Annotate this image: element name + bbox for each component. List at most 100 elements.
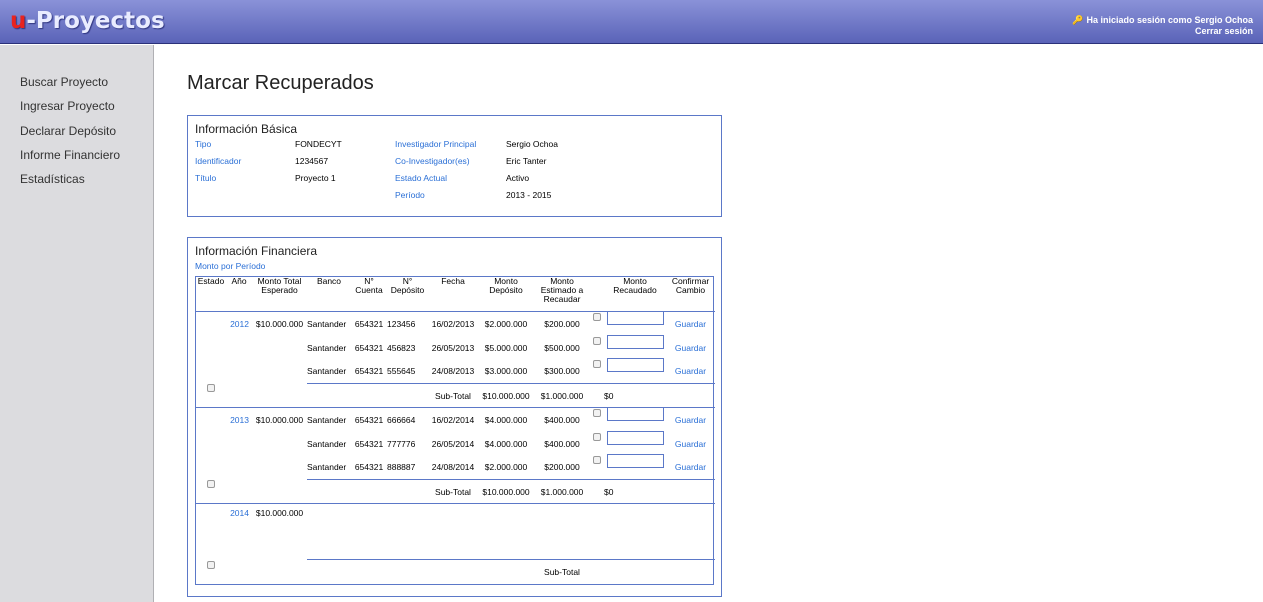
monto-recaudado-input[interactable] [606, 358, 664, 373]
guardar-link[interactable]: Guardar [666, 312, 715, 336]
monto-recaudado-input[interactable] [606, 454, 664, 469]
subtotal-monto: $10.000.000 [478, 479, 534, 504]
financial-table-wrapper: Estado Año Monto Total Esperado Banco N°… [195, 276, 715, 585]
fecha-cell: 26/05/2014 [431, 438, 475, 449]
banco-cell: Santander [307, 414, 347, 425]
guardar-link[interactable]: Guardar [666, 360, 715, 384]
monto-recaudado-input[interactable] [606, 334, 664, 349]
guardar-link[interactable]: Guardar [666, 432, 715, 456]
co-investigador-value: Eric Tanter [506, 156, 547, 166]
basic-info-panel: Información Básica Tipo FONDECYT Investi… [187, 115, 722, 217]
monto-estimado-cell: $300.000 [544, 366, 580, 377]
estado-label: Estado Actual [395, 173, 447, 183]
subtotal-recaudado: $0 [604, 479, 666, 504]
year-link[interactable]: 2013 [226, 408, 252, 432]
monto-estimado-cell: $400.000 [544, 414, 580, 425]
investigador-value: Sergio Ochoa [506, 139, 558, 149]
banco-cell: Santander [307, 438, 347, 449]
key-icon: 🔑 [1072, 15, 1084, 25]
year-total: $10.000.000 [255, 414, 304, 425]
sidebar-item-estadisticas[interactable]: Estadísticas [0, 172, 153, 196]
deposito-cell: 888887 [387, 462, 416, 473]
sidebar-item-declarar-deposito[interactable]: Declarar Depósito [0, 124, 153, 148]
monto-deposito-cell: $4.000.000 [484, 414, 528, 425]
estado-value: Activo [506, 173, 530, 183]
cuenta-cell: 654321 [354, 366, 384, 377]
guardar-link[interactable]: Guardar [666, 408, 715, 432]
sidebar-item-ingresar-proyecto[interactable]: Ingresar Proyecto [0, 99, 153, 123]
estado-checkbox[interactable] [207, 480, 215, 489]
table-row: Santander 654321 888887 24/08/2014 $2.000.00… [196, 454, 715, 480]
year-total: $10.000.000 [255, 318, 304, 329]
titulo-value: Proyecto 1 [295, 173, 336, 183]
financial-table: Estado Año Monto Total Esperado Banco N°… [196, 277, 715, 584]
table-row: Santander 654321 456823 26/05/2013 $5.000.00… [196, 334, 715, 360]
banco-cell: Santander [307, 366, 347, 377]
recuperado-checkbox[interactable] [593, 336, 601, 345]
financial-info-title: Información Financiera [195, 244, 318, 258]
cuenta-cell: 654321 [354, 414, 384, 425]
identificador-label: Identificador [195, 156, 242, 166]
monto-deposito-cell: $4.000.000 [484, 438, 528, 449]
monto-recaudado-input[interactable] [606, 310, 664, 325]
logout-link[interactable]: Cerrar sesión [1072, 26, 1253, 37]
year-link[interactable]: 2014 [226, 504, 252, 560]
sidebar-item-buscar-proyecto[interactable]: Buscar Proyecto [0, 75, 153, 99]
fecha-cell: 24/08/2013 [431, 366, 475, 377]
col-fecha: Fecha [428, 277, 478, 312]
year-total: $10.000.000 [255, 508, 304, 518]
deposito-cell: 456823 [387, 342, 416, 353]
recuperado-checkbox[interactable] [593, 456, 601, 465]
cuenta-cell: 654321 [354, 462, 384, 473]
titulo-label: Título [195, 173, 217, 183]
monto-estimado-cell: $200.000 [544, 318, 580, 329]
sidebar: Buscar Proyecto Ingresar Proyecto Declar… [0, 45, 154, 602]
subtotal-monto: $10.000.000 [478, 383, 534, 408]
table-row: 2012 $10.000.000 Santander 654321 123456 16/0… [196, 310, 715, 336]
subtotal-label: Sub-Total [534, 559, 590, 584]
col-deposito: N° Depósito [387, 277, 428, 312]
tipo-label: Tipo [195, 139, 212, 149]
recuperado-checkbox[interactable] [593, 432, 601, 441]
monto-recaudado-input[interactable] [606, 430, 664, 445]
app-logo[interactable]: u-Proyectos [10, 8, 165, 34]
cuenta-cell: 654321 [354, 342, 384, 353]
table-row: Santander 654321 777776 26/05/2014 $4.000.00… [196, 430, 715, 456]
fecha-cell: 16/02/2014 [431, 414, 475, 425]
col-anio: Año [226, 277, 252, 312]
col-monto-estimado: Monto Estimado a Recaudar [534, 277, 590, 312]
col-banco: Banco [307, 277, 351, 312]
subtotal-estimado: $1.000.000 [534, 479, 590, 504]
guardar-link[interactable]: Guardar [666, 456, 715, 480]
monto-por-periodo-link[interactable]: Monto por Período [195, 261, 714, 271]
main-content: Marcar Recuperados Información Básica Ti… [187, 72, 722, 597]
logo-prefix: u [10, 8, 27, 34]
fecha-cell: 16/02/2013 [431, 318, 475, 329]
investigador-label: Investigador Principal [395, 139, 477, 149]
subtotal-row: Sub-Total $10.000.000 $1.000.000 $0 [196, 479, 715, 504]
deposito-cell: 555645 [387, 366, 416, 377]
financial-table-body: 2012 $10.000.000 Santander 654321 123456 16/0… [196, 310, 715, 584]
subtotal-row: Sub-Total [196, 559, 715, 584]
recuperado-checkbox[interactable] [593, 408, 601, 417]
deposito-cell: 123456 [387, 318, 416, 329]
tipo-value: FONDECYT [295, 139, 342, 149]
deposito-cell: 666664 [387, 414, 416, 425]
periodo-value: 2013 - 2015 [506, 190, 552, 200]
monto-estimado-cell: $500.000 [544, 342, 580, 353]
banco-cell: Santander [307, 342, 347, 353]
sidebar-item-informe-financiero[interactable]: Informe Financiero [0, 148, 153, 172]
monto-recaudado-input[interactable] [606, 406, 664, 421]
guardar-link[interactable]: Guardar [666, 336, 715, 360]
monto-deposito-cell: $2.000.000 [484, 462, 528, 473]
recuperado-checkbox[interactable] [593, 360, 601, 369]
table-row: Santander 654321 555645 24/08/2013 $3.000.00… [196, 358, 715, 384]
recuperado-checkbox[interactable] [593, 312, 601, 321]
estado-checkbox[interactable] [207, 560, 215, 569]
col-monto-recaudado: Monto Recaudado [604, 277, 666, 312]
year-link[interactable]: 2012 [226, 312, 252, 336]
col-cuenta: N° Cuenta [351, 277, 387, 312]
login-text: Ha iniciado sesión como Sergio Ochoa [1086, 15, 1253, 25]
estado-checkbox[interactable] [207, 384, 215, 393]
subtotal-recaudado: $0 [604, 383, 666, 408]
